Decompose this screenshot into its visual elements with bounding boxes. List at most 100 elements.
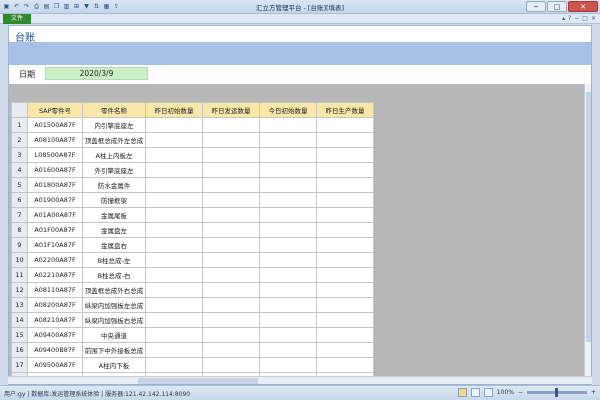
qty-cell[interactable] xyxy=(145,132,203,148)
name-cell[interactable]: 外引擎底座左 xyxy=(82,162,146,178)
zoom-slider[interactable] xyxy=(526,388,587,397)
qty-cell[interactable] xyxy=(316,237,374,253)
qty-cell[interactable] xyxy=(259,117,317,133)
qty-cell[interactable] xyxy=(259,132,317,148)
name-cell[interactable]: 纵梁内加强板右总成 xyxy=(82,312,146,328)
qty-cell[interactable] xyxy=(202,282,260,298)
minimize-button[interactable]: − xyxy=(526,1,546,12)
qty-cell[interactable] xyxy=(202,297,260,313)
qty-cell[interactable] xyxy=(259,357,317,373)
qty-cell[interactable] xyxy=(259,342,317,358)
qty-cell[interactable] xyxy=(316,117,374,133)
qty-cell[interactable] xyxy=(145,252,203,268)
qty-cell[interactable] xyxy=(259,177,317,193)
sap-cell[interactable]: A08210A87F xyxy=(27,312,83,328)
qty-cell[interactable] xyxy=(202,237,260,253)
qty-cell[interactable] xyxy=(316,267,374,283)
name-cell[interactable]: 防水金属件 xyxy=(82,177,146,193)
normal-view-icon[interactable] xyxy=(457,388,467,397)
qty-cell[interactable] xyxy=(145,162,203,178)
qty-cell[interactable] xyxy=(316,282,374,298)
close-button[interactable]: ✕ xyxy=(568,1,598,12)
qty-cell[interactable] xyxy=(316,327,374,343)
workbook-minimize-icon[interactable]: − xyxy=(574,15,579,22)
qty-cell[interactable] xyxy=(259,192,317,208)
qty-cell[interactable] xyxy=(316,207,374,223)
qty-cell[interactable] xyxy=(202,342,260,358)
qty-cell[interactable] xyxy=(202,192,260,208)
maximize-button[interactable]: □ xyxy=(547,1,567,12)
qty-cell[interactable] xyxy=(259,312,317,328)
sap-cell[interactable]: A01600A87F xyxy=(27,162,83,178)
qty-cell[interactable] xyxy=(145,177,203,193)
column-header[interactable]: 昨日生产数量 xyxy=(316,102,374,118)
column-header[interactable]: 零件名称 xyxy=(82,102,146,118)
qty-cell[interactable] xyxy=(316,162,374,178)
name-cell[interactable]: A柱上内板左 xyxy=(82,147,146,163)
sap-cell[interactable]: A01F10A87F xyxy=(27,237,83,253)
name-cell[interactable]: 金属尾板 xyxy=(82,207,146,223)
name-cell[interactable]: 金属盘右 xyxy=(82,237,146,253)
zoom-in-button[interactable]: + xyxy=(591,389,596,396)
name-cell[interactable]: 纵梁内加强板左总成 xyxy=(82,297,146,313)
qty-cell[interactable] xyxy=(316,342,374,358)
qty-cell[interactable] xyxy=(259,147,317,163)
qty-cell[interactable] xyxy=(145,282,203,298)
name-cell[interactable]: 顶盖框总成外右总成 xyxy=(82,282,146,298)
workbook-restore-icon[interactable]: □ xyxy=(582,15,588,22)
qty-cell[interactable] xyxy=(316,147,374,163)
qty-cell[interactable] xyxy=(259,327,317,343)
qty-cell[interactable] xyxy=(259,297,317,313)
qty-cell[interactable] xyxy=(202,147,260,163)
qty-cell[interactable] xyxy=(316,297,374,313)
vertical-scrollbar[interactable] xyxy=(584,84,591,384)
qty-cell[interactable] xyxy=(259,267,317,283)
sap-cell[interactable]: A09400A87F xyxy=(27,327,83,343)
ribbon-collapse-icon[interactable]: ▴ xyxy=(562,15,565,22)
help-icon[interactable]: ? xyxy=(568,15,571,22)
sap-cell[interactable]: A01800A87F xyxy=(27,177,83,193)
name-cell[interactable]: 顶盖框总成外左总成 xyxy=(82,132,146,148)
name-cell[interactable]: B柱总成-右 xyxy=(82,267,146,283)
qty-cell[interactable] xyxy=(145,297,203,313)
qty-cell[interactable] xyxy=(145,207,203,223)
qty-cell[interactable] xyxy=(259,237,317,253)
qty-cell[interactable] xyxy=(202,327,260,343)
name-cell[interactable]: B柱总成-左 xyxy=(82,252,146,268)
qty-cell[interactable] xyxy=(202,132,260,148)
name-cell[interactable]: 内引擎底座左 xyxy=(82,117,146,133)
qty-cell[interactable] xyxy=(259,162,317,178)
qty-cell[interactable] xyxy=(145,147,203,163)
qty-cell[interactable] xyxy=(202,117,260,133)
sap-cell[interactable]: A09500A87F xyxy=(27,357,83,373)
qty-cell[interactable] xyxy=(259,252,317,268)
name-cell[interactable]: 防撞框架 xyxy=(82,192,146,208)
column-header[interactable]: 昨日初始数量 xyxy=(145,102,203,118)
sap-cell[interactable]: A01F00A87F xyxy=(27,222,83,238)
qty-cell[interactable] xyxy=(316,192,374,208)
qty-cell[interactable] xyxy=(145,267,203,283)
qty-cell[interactable] xyxy=(202,312,260,328)
qty-cell[interactable] xyxy=(316,312,374,328)
qty-cell[interactable] xyxy=(316,132,374,148)
qty-cell[interactable] xyxy=(316,357,374,373)
qty-cell[interactable] xyxy=(145,312,203,328)
column-header[interactable]: 今日初始数量 xyxy=(259,102,317,118)
qty-cell[interactable] xyxy=(202,207,260,223)
qty-cell[interactable] xyxy=(145,117,203,133)
qty-cell[interactable] xyxy=(202,252,260,268)
file-tab[interactable]: 文件 xyxy=(3,14,31,24)
column-header[interactable]: 昨日发运数量 xyxy=(202,102,260,118)
qty-cell[interactable] xyxy=(202,177,260,193)
name-cell[interactable]: A柱内下板 xyxy=(82,357,146,373)
workbook-close-icon[interactable]: × xyxy=(591,15,596,22)
qty-cell[interactable] xyxy=(316,177,374,193)
sap-cell[interactable]: A01500A87F xyxy=(27,117,83,133)
qty-cell[interactable] xyxy=(145,357,203,373)
qty-cell[interactable] xyxy=(145,192,203,208)
page-layout-view-icon[interactable] xyxy=(470,388,480,397)
qty-cell[interactable] xyxy=(202,222,260,238)
qty-cell[interactable] xyxy=(145,222,203,238)
sap-cell[interactable]: A08100A87F xyxy=(27,132,83,148)
sap-cell[interactable]: A02200A87F xyxy=(27,252,83,268)
